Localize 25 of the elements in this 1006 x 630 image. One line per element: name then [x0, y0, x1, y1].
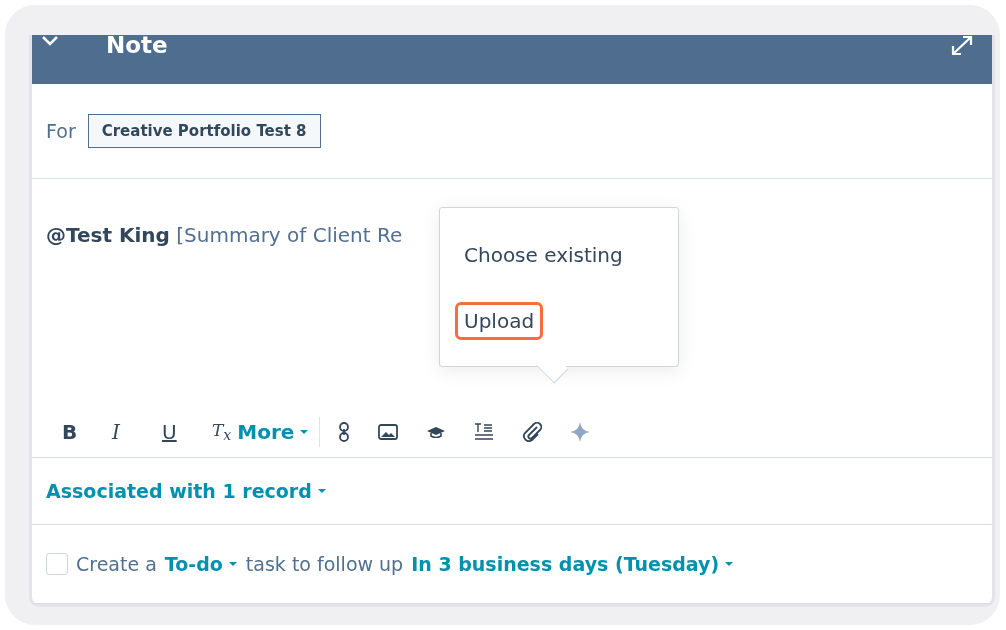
text-block-icon[interactable]	[474, 422, 495, 442]
menu-item[interactable]: Upload	[455, 302, 544, 340]
paperclip-icon[interactable]	[522, 422, 543, 442]
image-icon[interactable]	[378, 424, 399, 440]
caret-icon	[227, 561, 238, 567]
associations-link[interactable]: Associated with 1 record	[46, 480, 327, 502]
link-icon[interactable]	[338, 422, 351, 442]
follow-up-text: Create a	[76, 553, 157, 575]
bold-button[interactable]: B	[54, 420, 104, 444]
clear-format-button[interactable]: T$_{x}$	[204, 420, 232, 444]
record-tag[interactable]: Creative Portfolio Test 8	[87, 114, 321, 148]
graduation-cap-icon[interactable]	[426, 426, 447, 438]
italic-button[interactable]: I	[104, 420, 154, 444]
more-dropdown[interactable]: More	[237, 420, 310, 444]
caret-icon	[299, 429, 310, 435]
caret-icon	[724, 561, 735, 567]
for-label: For	[46, 120, 76, 142]
expand-icon[interactable]	[950, 35, 974, 57]
due-date-dropdown[interactable]: In 3 business days (Tuesday)	[411, 553, 735, 575]
task-type-dropdown[interactable]: To-do	[164, 553, 238, 575]
caret-icon	[316, 488, 327, 494]
follow-up-text: task to follow up	[245, 553, 404, 575]
checkbox[interactable]	[46, 553, 68, 575]
underline-button[interactable]: U	[154, 420, 204, 444]
note-title: Note	[106, 32, 168, 58]
